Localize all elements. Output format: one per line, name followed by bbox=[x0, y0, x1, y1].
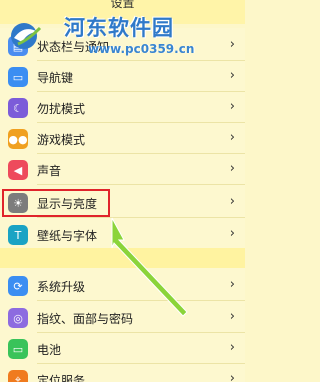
settings-item-label: 壁纸与字体 bbox=[37, 229, 98, 243]
chevron-right-icon: › bbox=[229, 68, 235, 83]
settings-item-battery[interactable]: ▭ 电池 › bbox=[0, 333, 245, 364]
battery-icon: ▭ bbox=[8, 339, 28, 359]
settings-item-wallpaper-font[interactable]: T 壁纸与字体 › bbox=[0, 219, 245, 250]
chevron-right-icon: › bbox=[229, 130, 235, 145]
settings-item-label: 指纹、面部与密码 bbox=[37, 312, 134, 326]
navigation-key-icon: ▭ bbox=[8, 67, 28, 87]
divider bbox=[37, 217, 245, 218]
settings-item-navigation-key[interactable]: ▭ 导航键 › bbox=[0, 61, 245, 92]
chevron-right-icon: › bbox=[229, 371, 235, 382]
group-separator bbox=[0, 248, 245, 268]
settings-item-fingerprint-face-password[interactable]: ◎ 指纹、面部与密码 › bbox=[0, 302, 245, 333]
chevron-right-icon: › bbox=[229, 37, 235, 52]
settings-item-location-service[interactable]: ⌖ 定位服务 › bbox=[0, 364, 245, 382]
text-icon: T bbox=[8, 225, 28, 245]
watermark-url: www.pc0359.cn bbox=[88, 42, 195, 56]
fingerprint-icon: ◎ bbox=[8, 308, 28, 328]
settings-item-label: 导航键 bbox=[37, 71, 74, 85]
settings-item-do-not-disturb[interactable]: ☾ 勿扰模式 › bbox=[0, 92, 245, 123]
settings-group-system: ⟳ 系统升级 › ◎ 指纹、面部与密码 › ▭ 电池 › ⌖ 定位服务 › bbox=[0, 268, 245, 382]
location-icon: ⌖ bbox=[8, 370, 28, 382]
chevron-right-icon: › bbox=[229, 277, 235, 292]
chevron-right-icon: › bbox=[229, 309, 235, 324]
chevron-right-icon: › bbox=[229, 340, 235, 355]
moon-icon: ☾ bbox=[8, 98, 28, 118]
divider bbox=[37, 300, 245, 301]
page-title: 设置 bbox=[110, 0, 135, 10]
system-update-icon: ⟳ bbox=[8, 276, 28, 296]
speaker-icon: ◀ bbox=[8, 160, 28, 180]
settings-item-system-update[interactable]: ⟳ 系统升级 › bbox=[0, 270, 245, 301]
divider bbox=[37, 184, 245, 185]
settings-item-label: 定位服务 bbox=[37, 374, 86, 382]
chevron-right-icon: › bbox=[229, 99, 235, 114]
chevron-right-icon: › bbox=[229, 161, 235, 176]
settings-item-label: 声音 bbox=[37, 164, 62, 178]
game-controller-icon: ●● bbox=[8, 129, 28, 149]
settings-item-label: 游戏模式 bbox=[37, 133, 86, 147]
chevron-right-icon: › bbox=[229, 226, 235, 241]
settings-item-label: 电池 bbox=[37, 343, 62, 357]
watermark-site-name: 河东软件园 bbox=[64, 16, 174, 40]
settings-item-label: 系统升级 bbox=[37, 280, 86, 294]
settings-item-game-mode[interactable]: ●● 游戏模式 › bbox=[0, 123, 245, 154]
settings-item-sound[interactable]: ◀ 声音 › bbox=[0, 154, 245, 185]
chevron-right-icon: › bbox=[229, 194, 235, 209]
watermark-logo-icon bbox=[11, 23, 42, 49]
highlight-box bbox=[2, 189, 110, 217]
settings-screen: 设置 ▤ 状态栏与通知 › ▭ 导航键 › ☾ 勿扰模式 › ●● 游戏模式 ›… bbox=[0, 0, 245, 382]
settings-item-label: 勿扰模式 bbox=[37, 102, 86, 116]
